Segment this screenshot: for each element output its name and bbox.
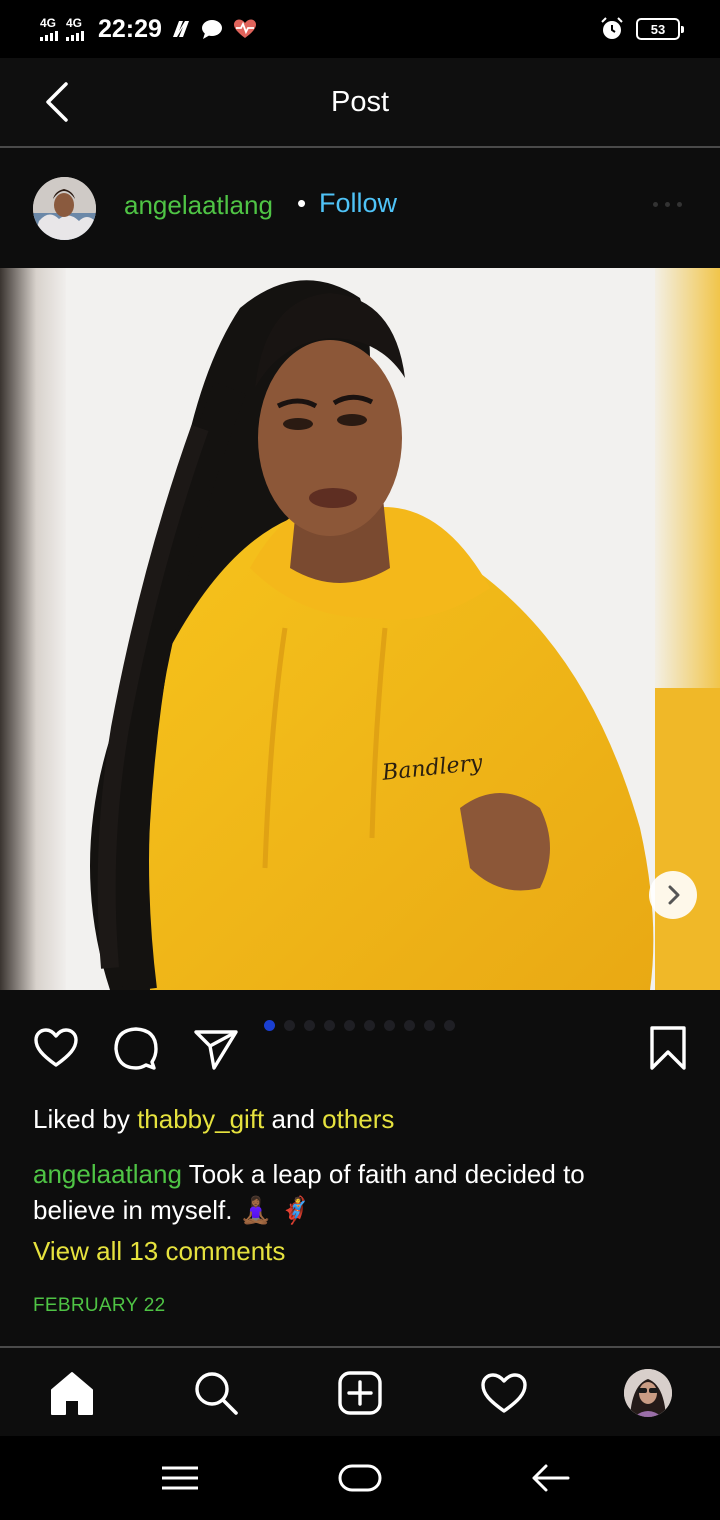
post-image: Bandlery (0, 268, 720, 990)
search-icon[interactable] (191, 1368, 241, 1418)
carousel-dot (324, 1020, 335, 1031)
nfc-icon (172, 21, 189, 37)
likes-middle: and (271, 1104, 315, 1134)
network-type-label: 4G (40, 16, 57, 30)
liked-by-others-link[interactable]: others (322, 1104, 394, 1134)
network-indicator-2: 4G (66, 17, 84, 41)
chat-bubble-icon (201, 20, 222, 39)
heart-rate-icon (233, 19, 256, 38)
follow-button[interactable]: Follow (319, 188, 397, 219)
post-caption: angelaatlang Took a leap of faith and de… (33, 1156, 673, 1228)
alarm-icon (601, 17, 623, 39)
follow-separator: • (297, 188, 307, 218)
post-header: angelaatlang • Follow (0, 150, 720, 268)
next-photo-button[interactable] (649, 871, 697, 919)
menu-icon[interactable] (158, 1458, 202, 1498)
add-post-icon[interactable] (335, 1368, 385, 1418)
profile-avatar[interactable] (624, 1369, 672, 1417)
likes-prefix: Liked by (33, 1104, 130, 1134)
carousel-indicator (264, 1020, 455, 1031)
home-pill-icon[interactable] (338, 1458, 382, 1498)
liked-by-user-link[interactable]: thabby_gift (137, 1104, 264, 1134)
back-arrow-icon[interactable] (528, 1458, 572, 1498)
signal-bars-icon (66, 29, 84, 41)
page-title: Post (330, 86, 390, 118)
carousel-dot (284, 1020, 295, 1031)
bottom-nav (0, 1346, 720, 1436)
caption-username-link[interactable]: angelaatlang (33, 1159, 182, 1189)
author-avatar[interactable] (33, 177, 96, 240)
view-comments-link[interactable]: View all 13 comments (33, 1236, 285, 1267)
likes-summary: Liked by thabby_gift and others (33, 1104, 394, 1135)
carousel-dot (364, 1020, 375, 1031)
carousel-dot (384, 1020, 395, 1031)
battery-icon: 53 (636, 18, 684, 40)
carousel-dot (444, 1020, 455, 1031)
comment-icon[interactable] (112, 1024, 160, 1072)
network-type-label: 4G (66, 16, 83, 30)
carousel-dot (424, 1020, 435, 1031)
status-bar: 4G 4G 22:29 53 (0, 0, 720, 58)
system-navigation-bar (0, 1436, 720, 1520)
top-app-bar: Post (0, 58, 720, 148)
share-icon[interactable] (192, 1024, 240, 1072)
carousel-dot (304, 1020, 315, 1031)
post-photo[interactable]: Bandlery (0, 268, 720, 990)
post-date: FEBRUARY 22 (33, 1295, 166, 1316)
more-options-icon[interactable] (653, 202, 682, 207)
bookmark-icon[interactable] (644, 1024, 692, 1072)
author-username[interactable]: angelaatlang (124, 190, 273, 221)
carousel-dot (344, 1020, 355, 1031)
carousel-dot (404, 1020, 415, 1031)
signal-bars-icon (40, 29, 58, 41)
status-right: 53 (600, 16, 684, 42)
heart-icon[interactable] (32, 1024, 80, 1072)
activity-heart-icon[interactable] (479, 1368, 529, 1418)
home-icon[interactable] (47, 1368, 97, 1418)
post-actions (0, 990, 720, 1090)
chevron-right-icon (668, 885, 680, 905)
status-left: 4G 4G 22:29 (40, 14, 258, 44)
carousel-dot-active (264, 1020, 275, 1031)
network-indicator-1: 4G (40, 17, 58, 41)
battery-level: 53 (650, 21, 666, 37)
status-time: 22:29 (98, 14, 162, 43)
